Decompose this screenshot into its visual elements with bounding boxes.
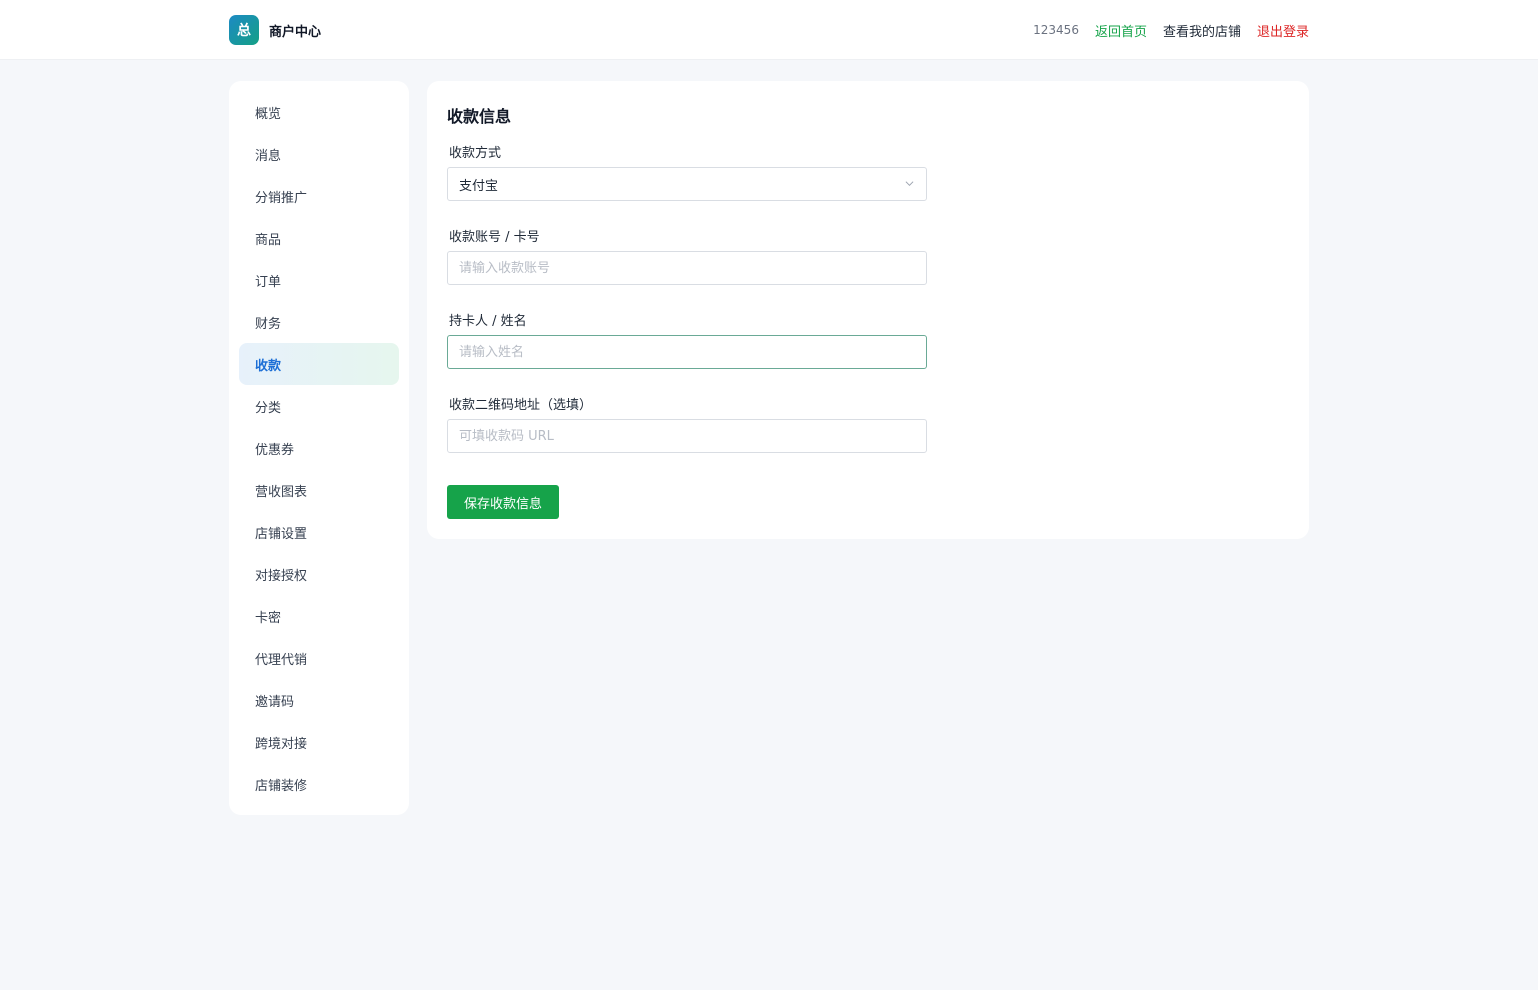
save-payment-button[interactable]: 保存收款信息 (447, 485, 559, 519)
brand-title: 商户中心 (269, 24, 322, 40)
sidebar-item-overview[interactable]: 概览 (239, 91, 399, 133)
sidebar-item-label: 分销推广 (255, 190, 308, 206)
sidebar-item-label: 分类 (255, 400, 282, 416)
qrcode-url-input[interactable] (459, 420, 926, 452)
sidebar-item-messages[interactable]: 消息 (239, 133, 399, 175)
sidebar-item-label: 收款 (255, 358, 282, 374)
chevron-down-icon (905, 181, 914, 187)
payment-info-card: 收款信息 收款方式 支付宝 收款账号 / 卡号 持卡人 / 姓名 收款二维码地址… (427, 81, 1309, 539)
payment-method-label: 收款方式 (449, 146, 502, 161)
sidebar-item-agency[interactable]: 代理代销 (239, 637, 399, 679)
sidebar-item-finance[interactable]: 财务 (239, 301, 399, 343)
holder-name-input[interactable] (459, 336, 926, 368)
sidebar-item-orders[interactable]: 订单 (239, 259, 399, 301)
qrcode-field-wrapper (447, 419, 927, 453)
sidebar-item-products[interactable]: 商品 (239, 217, 399, 259)
sidebar-item-label: 店铺装修 (255, 778, 308, 794)
sidebar-item-label: 跨境对接 (255, 736, 308, 752)
holder-label: 持卡人 / 姓名 (449, 314, 527, 329)
sidebar-item-label: 营收图表 (255, 484, 308, 500)
sidebar-item-label: 卡密 (255, 610, 282, 626)
sidebar-item-categories[interactable]: 分类 (239, 385, 399, 427)
sidebar-item-coupons[interactable]: 优惠券 (239, 427, 399, 469)
top-header: 总 商户中心 123456 返回首页 查看我的店铺 退出登录 (0, 0, 1538, 60)
sidebar-item-cross-border[interactable]: 跨境对接 (239, 721, 399, 763)
payment-method-value: 支付宝 (459, 178, 499, 194)
page-title: 收款信息 (447, 107, 512, 126)
home-link[interactable]: 返回首页 (1095, 21, 1147, 40)
sidebar-item-label: 邀请码 (255, 694, 295, 710)
sidebar-item-label: 商品 (255, 232, 282, 248)
sidebar-item-payment[interactable]: 收款 (239, 343, 399, 385)
sidebar-item-revenue-chart[interactable]: 营收图表 (239, 469, 399, 511)
account-field-wrapper (447, 251, 927, 285)
sidebar-item-distribution[interactable]: 分销推广 (239, 175, 399, 217)
sidebar-item-api-auth[interactable]: 对接授权 (239, 553, 399, 595)
brand-logo-icon: 总 (229, 15, 259, 45)
holder-field-wrapper (447, 335, 927, 369)
payment-method-select[interactable]: 支付宝 (447, 167, 927, 201)
sidebar-item-label: 优惠券 (255, 442, 295, 458)
sidebar-item-label: 对接授权 (255, 568, 308, 584)
qrcode-label: 收款二维码地址（选填） (449, 398, 593, 413)
sidebar-nav: 概览 消息 分销推广 商品 订单 财务 收款 分类 优惠券 营收图表 店铺设置 … (229, 81, 409, 815)
sidebar-item-card-keys[interactable]: 卡密 (239, 595, 399, 637)
sidebar-item-label: 订单 (255, 274, 282, 290)
view-shop-link[interactable]: 查看我的店铺 (1163, 21, 1241, 40)
sidebar-item-shop-decoration[interactable]: 店铺装修 (239, 763, 399, 805)
user-id: 123456 (1033, 23, 1079, 37)
sidebar-item-label: 店铺设置 (255, 526, 308, 542)
sidebar-item-label: 财务 (255, 316, 282, 332)
logout-link[interactable]: 退出登录 (1257, 21, 1309, 40)
header-links: 123456 返回首页 查看我的店铺 退出登录 (1033, 20, 1309, 40)
sidebar-item-label: 代理代销 (255, 652, 308, 668)
sidebar-item-label: 消息 (255, 148, 282, 164)
brand[interactable]: 总 商户中心 (229, 15, 321, 45)
sidebar-item-label: 概览 (255, 106, 282, 122)
account-input[interactable] (459, 252, 926, 284)
account-label: 收款账号 / 卡号 (449, 230, 540, 245)
sidebar-item-shop-settings[interactable]: 店铺设置 (239, 511, 399, 553)
sidebar-item-invite-codes[interactable]: 邀请码 (239, 679, 399, 721)
